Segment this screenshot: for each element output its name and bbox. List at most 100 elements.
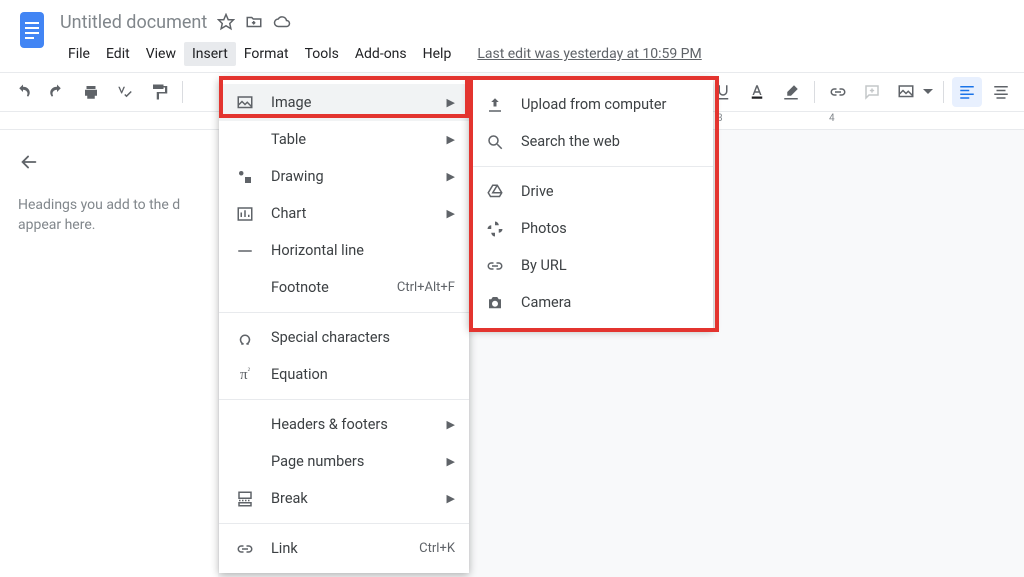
insert-menu-chart[interactable]: Chart ▶ <box>219 195 469 232</box>
insert-menu-break-label: Break <box>271 490 447 507</box>
horizontal-line-icon <box>233 242 257 260</box>
outline-empty-text: Headings you add to the d appear here. <box>0 178 217 253</box>
toolbar-separator <box>943 81 944 103</box>
menu-divider <box>469 166 713 167</box>
insert-menu-chart-label: Chart <box>271 205 447 222</box>
menu-tools[interactable]: Tools <box>297 42 347 66</box>
menu-format[interactable]: Format <box>236 42 297 66</box>
insert-menu-headers-footers[interactable]: Headers & footers ▶ <box>219 406 469 443</box>
insert-link-icon[interactable] <box>823 77 853 107</box>
menu-file[interactable]: File <box>60 42 98 66</box>
toolbar-separator <box>814 81 815 103</box>
image-submenu-drive-label: Drive <box>521 183 699 200</box>
undo-icon[interactable] <box>8 77 38 107</box>
submenu-arrow-icon: ▶ <box>447 492 455 505</box>
image-icon <box>233 94 257 112</box>
last-edit-link[interactable]: Last edit was yesterday at 10:59 PM <box>477 46 701 62</box>
menu-addons[interactable]: Add-ons <box>347 42 415 66</box>
insert-menu-hf-label: Headers & footers <box>271 416 447 433</box>
insert-menu-hr-label: Horizontal line <box>271 242 455 259</box>
submenu-arrow-icon: ▶ <box>447 170 455 183</box>
menu-view[interactable]: View <box>138 42 184 66</box>
insert-menu-link[interactable]: Link Ctrl+K <box>219 530 469 567</box>
ruler-mark-4: 4 <box>829 113 835 124</box>
submenu-arrow-icon: ▶ <box>447 418 455 431</box>
image-submenu-search-label: Search the web <box>521 133 699 150</box>
docs-logo-icon[interactable] <box>12 10 52 50</box>
highlight-color-icon[interactable] <box>776 77 806 107</box>
image-submenu-photos-label: Photos <box>521 220 699 237</box>
document-title[interactable]: Untitled document <box>60 12 207 33</box>
insert-menu-footnote[interactable]: Footnote Ctrl+Alt+F <box>219 269 469 306</box>
insert-menu-image-label: Image <box>271 94 447 111</box>
insert-menu-drawing-label: Drawing <box>271 168 447 185</box>
submenu-arrow-icon: ▶ <box>447 207 455 220</box>
image-submenu-camera-label: Camera <box>521 294 699 311</box>
align-center-icon[interactable] <box>986 77 1016 107</box>
cloud-status-icon[interactable] <box>273 13 291 31</box>
insert-menu-special-chars-label: Special characters <box>271 329 455 346</box>
image-submenu: Upload from computer Search the web Driv… <box>469 78 713 329</box>
link-shortcut: Ctrl+K <box>419 541 455 556</box>
insert-menu-dropdown: Image ▶ Table ▶ Drawing ▶ Chart ▶ Horizo… <box>219 78 469 573</box>
break-icon <box>233 490 257 508</box>
star-icon[interactable] <box>217 13 235 31</box>
image-submenu-search-web[interactable]: Search the web <box>469 123 713 160</box>
name-area: Untitled document File Edit View Insert … <box>60 8 1016 68</box>
menu-divider <box>219 399 469 400</box>
spellcheck-icon[interactable] <box>110 77 140 107</box>
image-submenu-upload-label: Upload from computer <box>521 96 699 113</box>
ruler-mark-3: 3 <box>717 113 723 124</box>
insert-menu-equation[interactable]: π² Equation <box>219 356 469 393</box>
move-folder-icon[interactable] <box>245 13 263 31</box>
format-paint-icon[interactable] <box>144 77 174 107</box>
image-submenu-by-url[interactable]: By URL <box>469 247 713 284</box>
insert-menu-drawing[interactable]: Drawing ▶ <box>219 158 469 195</box>
print-icon[interactable] <box>76 77 106 107</box>
header: Untitled document File Edit View Insert … <box>0 0 1024 68</box>
align-left-icon[interactable] <box>952 77 982 107</box>
insert-menu-break[interactable]: Break ▶ <box>219 480 469 517</box>
image-submenu-photos[interactable]: Photos <box>469 210 713 247</box>
menu-insert[interactable]: Insert <box>184 42 236 66</box>
url-icon <box>483 257 507 275</box>
image-submenu-drive[interactable]: Drive <box>469 173 713 210</box>
image-submenu-url-label: By URL <box>521 257 699 274</box>
insert-menu-image[interactable]: Image ▶ <box>219 84 469 121</box>
redo-icon[interactable] <box>42 77 72 107</box>
insert-menu-link-label: Link <box>271 540 419 557</box>
outline-back-icon[interactable] <box>0 146 217 178</box>
add-comment-icon[interactable] <box>857 77 887 107</box>
equation-icon: π² <box>233 366 257 384</box>
insert-menu-table[interactable]: Table ▶ <box>219 121 469 158</box>
insert-image-icon[interactable] <box>891 77 921 107</box>
link-icon <box>233 540 257 558</box>
submenu-arrow-icon: ▶ <box>447 133 455 146</box>
image-submenu-upload[interactable]: Upload from computer <box>469 86 713 123</box>
insert-menu-table-label: Table <box>271 131 447 148</box>
drawing-icon <box>233 168 257 186</box>
menu-divider <box>219 523 469 524</box>
outline-pane: Headings you add to the d appear here. <box>0 130 218 577</box>
menu-edit[interactable]: Edit <box>98 42 138 66</box>
text-color-icon[interactable] <box>742 77 772 107</box>
image-dropdown-icon[interactable] <box>923 87 935 97</box>
submenu-arrow-icon: ▶ <box>447 455 455 468</box>
toolbar-separator <box>182 81 183 103</box>
insert-menu-special-characters[interactable]: Special characters <box>219 319 469 356</box>
photos-icon <box>483 220 507 238</box>
insert-menu-equation-label: Equation <box>271 366 455 383</box>
search-icon <box>483 133 507 151</box>
special-chars-icon <box>233 329 257 347</box>
insert-menu-horizontal-line[interactable]: Horizontal line <box>219 232 469 269</box>
footnote-shortcut: Ctrl+Alt+F <box>397 280 455 295</box>
insert-menu-footnote-label: Footnote <box>271 279 397 296</box>
camera-icon <box>483 294 507 312</box>
submenu-arrow-icon: ▶ <box>447 96 455 109</box>
insert-menu-pn-label: Page numbers <box>271 453 447 470</box>
menu-help[interactable]: Help <box>415 42 460 66</box>
drive-icon <box>483 183 507 201</box>
image-submenu-camera[interactable]: Camera <box>469 284 713 321</box>
upload-icon <box>483 96 507 114</box>
insert-menu-page-numbers[interactable]: Page numbers ▶ <box>219 443 469 480</box>
